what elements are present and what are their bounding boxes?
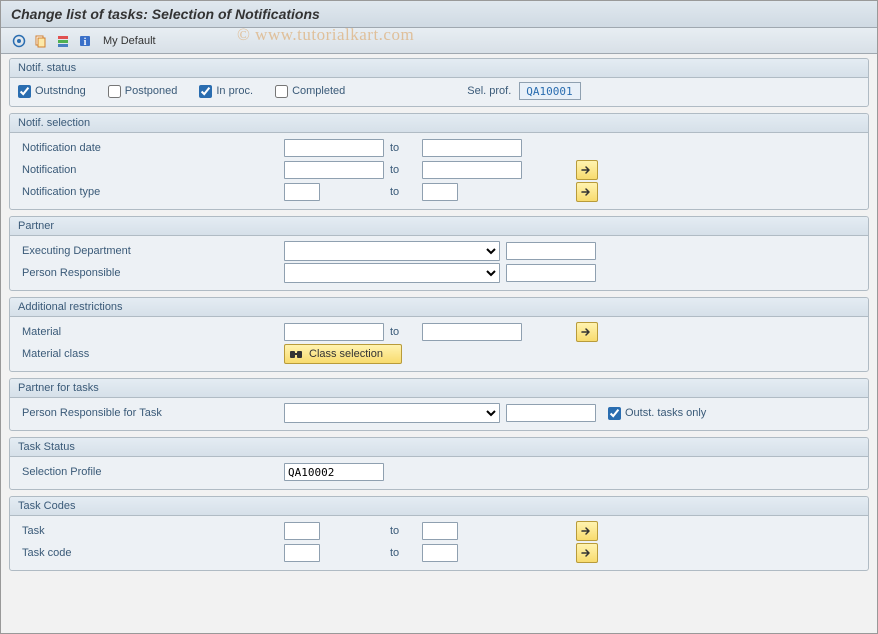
notif-from[interactable] bbox=[284, 161, 384, 179]
notif-multi-button[interactable] bbox=[576, 160, 598, 180]
arrow-right-icon bbox=[581, 548, 593, 558]
to-label-5: to bbox=[390, 525, 416, 537]
resp-task-input[interactable] bbox=[506, 404, 596, 422]
chk-outst-only[interactable]: Outst. tasks only bbox=[608, 407, 706, 420]
group-title-restrictions: Additional restrictions bbox=[10, 298, 868, 317]
material-label: Material bbox=[18, 326, 278, 338]
chk-outstanding[interactable]: Outstndng bbox=[18, 85, 86, 98]
group-title-selection: Notif. selection bbox=[10, 114, 868, 133]
taskcode-from[interactable] bbox=[284, 544, 320, 562]
arrow-right-icon bbox=[581, 526, 593, 536]
chk-outst-only-label: Outst. tasks only bbox=[625, 407, 706, 419]
variant-icon[interactable] bbox=[31, 31, 51, 51]
notif-date-to[interactable] bbox=[422, 139, 522, 157]
material-multi-button[interactable] bbox=[576, 322, 598, 342]
group-task-codes: Task Codes Task to Task code to bbox=[9, 496, 869, 571]
class-selection-button[interactable]: Class selection bbox=[284, 344, 402, 364]
task-from[interactable] bbox=[284, 522, 320, 540]
task-multi-button[interactable] bbox=[576, 521, 598, 541]
exec-dept-label: Executing Department bbox=[18, 245, 278, 257]
material-class-label: Material class bbox=[18, 348, 278, 360]
taskcode-label: Task code bbox=[18, 547, 278, 559]
selprof-value[interactable]: QA10001 bbox=[519, 82, 581, 100]
chk-inproc-label: In proc. bbox=[216, 85, 253, 97]
to-label-1: to bbox=[390, 142, 416, 154]
toolbar: i My Default bbox=[1, 28, 877, 54]
exec-dept-select[interactable] bbox=[284, 241, 500, 261]
chk-completed-input[interactable] bbox=[275, 85, 288, 98]
chk-outstanding-input[interactable] bbox=[18, 85, 31, 98]
binoculars-icon bbox=[289, 348, 303, 360]
chk-postponed[interactable]: Postponed bbox=[108, 85, 178, 98]
group-task-status: Task Status Selection Profile bbox=[9, 437, 869, 490]
notif-type-to[interactable] bbox=[422, 183, 458, 201]
notif-type-label: Notification type bbox=[18, 186, 278, 198]
exec-dept-input[interactable] bbox=[506, 242, 596, 260]
class-selection-label: Class selection bbox=[309, 348, 383, 360]
group-title-status: Notif. status bbox=[10, 59, 868, 78]
chk-completed-label: Completed bbox=[292, 85, 345, 97]
group-title-partner: Partner bbox=[10, 217, 868, 236]
material-from[interactable] bbox=[284, 323, 384, 341]
person-resp-select[interactable] bbox=[284, 263, 500, 283]
notif-type-multi-button[interactable] bbox=[576, 182, 598, 202]
group-title-partner-tasks: Partner for tasks bbox=[10, 379, 868, 398]
group-partner: Partner Executing Department Person Resp… bbox=[9, 216, 869, 291]
my-default-button[interactable]: My Default bbox=[103, 35, 156, 47]
chk-outstanding-label: Outstndng bbox=[35, 85, 86, 97]
resp-task-label: Person Responsible for Task bbox=[18, 407, 278, 419]
notif-date-label: Notification date bbox=[18, 142, 278, 154]
taskcode-to[interactable] bbox=[422, 544, 458, 562]
group-title-task-status: Task Status bbox=[10, 438, 868, 457]
task-selprof-input[interactable] bbox=[284, 463, 384, 481]
arrow-right-icon bbox=[581, 165, 593, 175]
to-label-6: to bbox=[390, 547, 416, 559]
selprof-label: Sel. prof. bbox=[467, 85, 511, 97]
chk-inproc[interactable]: In proc. bbox=[199, 85, 253, 98]
selections-icon[interactable] bbox=[53, 31, 73, 51]
group-partner-tasks: Partner for tasks Person Responsible for… bbox=[9, 378, 869, 431]
notif-to[interactable] bbox=[422, 161, 522, 179]
task-label: Task bbox=[18, 525, 278, 537]
svg-text:i: i bbox=[84, 37, 87, 48]
resp-task-select[interactable] bbox=[284, 403, 500, 423]
person-resp-input[interactable] bbox=[506, 264, 596, 282]
notif-date-from[interactable] bbox=[284, 139, 384, 157]
chk-inproc-input[interactable] bbox=[199, 85, 212, 98]
notif-type-from[interactable] bbox=[284, 183, 320, 201]
group-restrictions: Additional restrictions Material to Mate… bbox=[9, 297, 869, 372]
chk-postponed-input[interactable] bbox=[108, 85, 121, 98]
task-to[interactable] bbox=[422, 522, 458, 540]
arrow-right-icon bbox=[581, 327, 593, 337]
to-label-4: to bbox=[390, 326, 416, 338]
material-to[interactable] bbox=[422, 323, 522, 341]
group-notif-status: Notif. status Outstndng Postponed In pro… bbox=[9, 58, 869, 107]
group-notif-selection: Notif. selection Notification date to No… bbox=[9, 113, 869, 210]
chk-postponed-label: Postponed bbox=[125, 85, 178, 97]
page-title: Change list of tasks: Selection of Notif… bbox=[1, 1, 877, 28]
taskcode-multi-button[interactable] bbox=[576, 543, 598, 563]
execute-icon[interactable] bbox=[9, 31, 29, 51]
chk-outst-only-input[interactable] bbox=[608, 407, 621, 420]
chk-completed[interactable]: Completed bbox=[275, 85, 345, 98]
to-label-3: to bbox=[390, 186, 416, 198]
task-selprof-label: Selection Profile bbox=[18, 466, 278, 478]
person-resp-label: Person Responsible bbox=[18, 267, 278, 279]
notif-label: Notification bbox=[18, 164, 278, 176]
content: Notif. status Outstndng Postponed In pro… bbox=[1, 54, 877, 581]
info-icon[interactable]: i bbox=[75, 31, 95, 51]
group-title-task-codes: Task Codes bbox=[10, 497, 868, 516]
to-label-2: to bbox=[390, 164, 416, 176]
arrow-right-icon bbox=[581, 187, 593, 197]
